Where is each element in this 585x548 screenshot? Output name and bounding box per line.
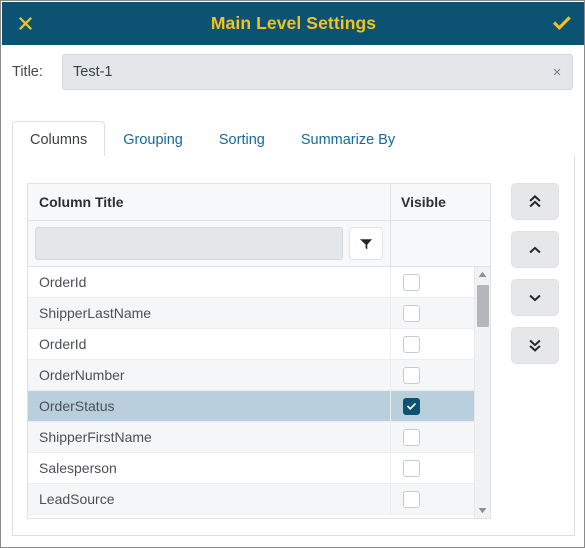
row-column-title: OrderNumber <box>39 367 125 383</box>
visible-checkbox[interactable] <box>403 459 420 477</box>
reorder-button-group <box>511 183 561 375</box>
main-level-settings-dialog: Main Level Settings Title: × Columns Gro… <box>0 0 585 548</box>
visible-checkbox[interactable] <box>403 304 420 322</box>
move-to-top-button[interactable] <box>511 183 559 220</box>
visible-checkbox[interactable] <box>403 273 420 291</box>
row-visible-cell <box>390 422 474 452</box>
row-column-title: OrderId <box>39 336 87 352</box>
row-visible-cell <box>390 329 474 359</box>
visible-checkbox[interactable] <box>403 366 420 384</box>
tab-sorting[interactable]: Sorting <box>201 121 283 157</box>
table-row[interactable]: ShipperLastName <box>28 298 474 329</box>
move-to-bottom-button[interactable] <box>511 327 559 364</box>
visible-checkbox[interactable] <box>403 397 420 415</box>
table-row[interactable]: OrderId <box>28 329 474 360</box>
visible-checkbox[interactable] <box>403 490 420 508</box>
move-down-button[interactable] <box>511 279 559 316</box>
row-column-title: ShipperLastName <box>39 305 152 321</box>
row-visible-cell <box>390 484 474 514</box>
table-row[interactable]: Salesperson <box>28 453 474 484</box>
grid-body: OrderId ShipperLastName OrderId OrderNumber… <box>28 267 490 518</box>
clear-x-icon[interactable]: × <box>549 64 565 80</box>
row-visible-cell <box>390 267 474 297</box>
tab-grouping[interactable]: Grouping <box>105 121 201 157</box>
dialog-titlebar: Main Level Settings <box>2 2 584 45</box>
columns-tab-panel: Column Title Visible OrderId ShipperLast… <box>12 156 575 536</box>
grid-filter-row <box>28 221 490 267</box>
dialog-title: Main Level Settings <box>210 13 377 33</box>
column-title-filter-input[interactable] <box>35 227 343 260</box>
columns-grid: Column Title Visible OrderId ShipperLast… <box>27 183 491 519</box>
table-row[interactable]: OrderId <box>28 267 474 298</box>
scroll-down-arrow-icon[interactable] <box>475 503 490 518</box>
settings-tabstrip: Columns Grouping Sorting Summarize By <box>12 121 575 157</box>
tab-summarize-by[interactable]: Summarize By <box>283 121 413 157</box>
check-icon[interactable] <box>539 2 584 45</box>
column-header-visible[interactable]: Visible <box>390 184 490 220</box>
row-column-title: Salesperson <box>39 460 117 476</box>
row-visible-cell <box>390 391 474 421</box>
table-row[interactable]: LeadSource <box>28 484 474 515</box>
row-visible-cell <box>390 298 474 328</box>
row-column-title: OrderStatus <box>39 398 115 414</box>
table-row[interactable]: OrderStatus <box>28 391 474 422</box>
title-field-row: Title: × <box>2 45 584 99</box>
grid-vertical-scrollbar[interactable] <box>474 267 490 518</box>
grid-header-row: Column Title Visible <box>28 184 490 221</box>
filter-cell-visible <box>390 221 490 266</box>
scroll-up-arrow-icon[interactable] <box>475 267 490 282</box>
row-column-title: LeadSource <box>39 491 115 507</box>
column-header-column-title[interactable]: Column Title <box>28 184 390 220</box>
scrollbar-thumb[interactable] <box>477 285 489 327</box>
grid-rows: OrderId ShipperLastName OrderId OrderNumber… <box>28 267 474 515</box>
visible-checkbox[interactable] <box>403 428 420 446</box>
visible-checkbox[interactable] <box>403 335 420 353</box>
row-visible-cell <box>390 360 474 390</box>
table-row[interactable]: OrderNumber <box>28 360 474 391</box>
close-x-icon[interactable] <box>2 2 48 45</box>
row-column-title: ShipperFirstName <box>39 429 152 445</box>
tab-columns[interactable]: Columns <box>12 121 106 157</box>
row-column-title: OrderId <box>39 274 87 290</box>
move-up-button[interactable] <box>511 231 559 268</box>
title-input[interactable] <box>63 55 572 89</box>
row-visible-cell <box>390 453 474 483</box>
funnel-filter-icon[interactable] <box>349 227 383 260</box>
table-row[interactable]: ShipperFirstName <box>28 422 474 453</box>
title-input-wrapper: × <box>62 54 573 90</box>
filter-cell-column-title <box>28 221 390 266</box>
columns-panel-inner: Column Title Visible OrderId ShipperLast… <box>27 183 562 523</box>
title-label: Title: <box>12 64 43 80</box>
